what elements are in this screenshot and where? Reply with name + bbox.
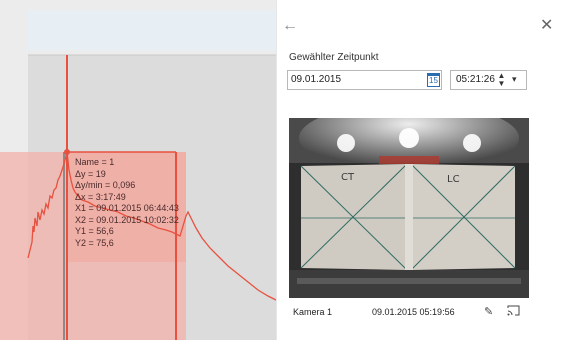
spin-updown-icon[interactable]: ▲ ▼	[496, 72, 507, 88]
date-input-value[interactable]: 09.01.2015	[291, 74, 341, 85]
tooltip-y2: Y2 = 75,6	[75, 237, 114, 248]
tooltip-y1: Y1 = 56,6	[75, 226, 114, 236]
tooltip-delta-x: Δx = 3:17:49	[75, 191, 126, 202]
panel-marking-left: CT	[341, 172, 355, 183]
cast-icon[interactable]	[507, 305, 520, 316]
zeitpunkt-label: Gewählter Zeitpunkt	[289, 52, 379, 63]
arrow-left-icon[interactable]: ←	[282, 17, 298, 35]
panel-marking-right: LC	[447, 174, 460, 185]
camera-label: Kamera 1	[293, 307, 333, 317]
close-icon[interactable]: ✕	[540, 15, 553, 35]
camera-timestamp: 09.01.2015 05:19:56	[372, 307, 455, 317]
calendar-icon[interactable]: 15	[427, 73, 440, 87]
time-input-value[interactable]: 05:21:26	[456, 74, 495, 85]
tooltip-delta-y-per-min: Δy/min = 0,096	[75, 180, 136, 190]
tooltip-x2: X2 = 09.01.2015 10:02:32	[75, 214, 179, 225]
tooltip-name: Name = 1	[75, 157, 115, 167]
chevron-down-icon[interactable]: ▾	[512, 74, 517, 85]
tooltip-delta-y: Δy = 19	[75, 168, 106, 179]
camera-image-drawing: CT LC	[289, 118, 529, 298]
chart-overlay[interactable]	[0, 0, 276, 340]
tooltip-x1: X1 = 09.01.2015 06:44:43	[75, 203, 179, 213]
pencil-icon[interactable]: ✎	[484, 305, 493, 318]
